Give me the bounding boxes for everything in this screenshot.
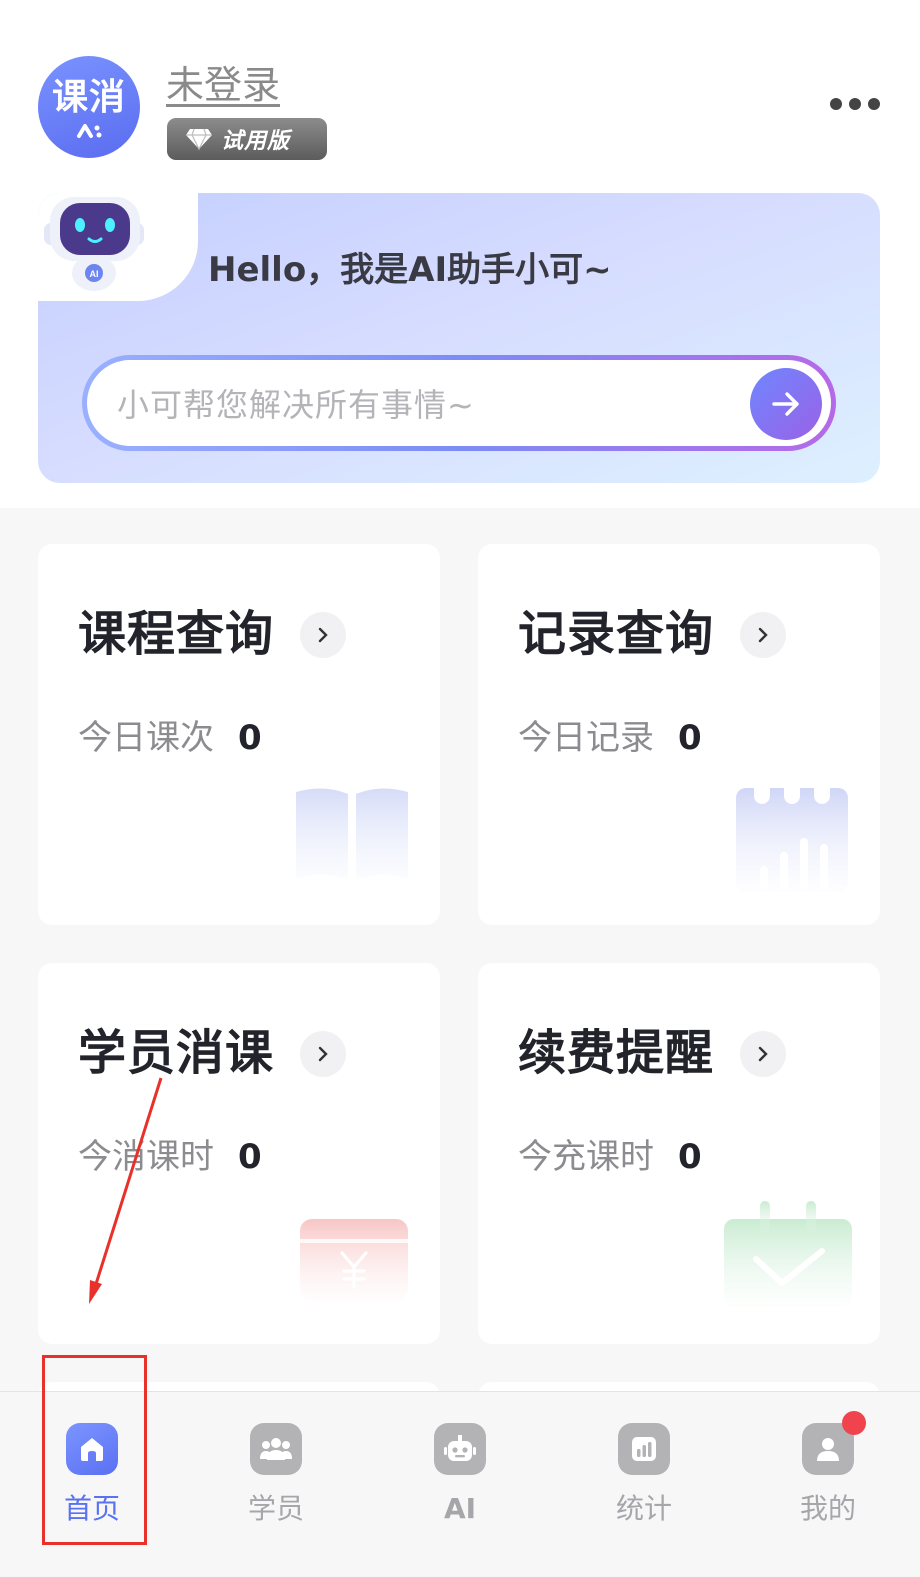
stat-label: 今消课时 — [78, 1137, 214, 1177]
stat-value: 0 — [238, 1137, 262, 1177]
ai-input-placeholder: 小可帮您解决所有事情~ — [117, 386, 475, 424]
chevron-right-icon[interactable] — [300, 1031, 346, 1077]
stat-value: 0 — [238, 718, 262, 758]
stat-value: 0 — [678, 718, 702, 758]
yuan-card-icon — [300, 1219, 408, 1301]
send-button[interactable] — [750, 368, 822, 440]
chevron-right-icon[interactable] — [740, 1031, 786, 1077]
highlight-box — [42, 1355, 147, 1545]
tab-label: 我的 — [799, 1492, 856, 1525]
logo-text: 课消 — [51, 77, 126, 118]
tab-mine[interactable]: 我的 — [736, 1392, 920, 1577]
header: 课消 未登录 试用版 AI Hello，我是AI助手小可~ 小可帮您解决所有事情… — [0, 0, 920, 508]
calendar-check-icon — [724, 1201, 852, 1307]
card-title: 续费提醒 — [518, 1025, 715, 1081]
chevron-right-icon[interactable] — [740, 612, 786, 658]
bar-chart-icon — [618, 1423, 670, 1475]
ai-greeting: Hello，我是AI助手小可~ — [208, 250, 612, 290]
users-icon — [250, 1423, 302, 1475]
course-query-card[interactable]: 课程查询 今日课次 0 — [38, 544, 440, 925]
user-icon — [802, 1411, 866, 1475]
stat-label: 今日课次 — [78, 718, 214, 758]
tab-statistics[interactable]: 统计 — [552, 1392, 736, 1577]
student-consume-card[interactable]: 学员消课 今消课时 0 — [38, 963, 440, 1344]
version-badge: 试用版 — [167, 118, 327, 160]
robot-icon — [434, 1423, 486, 1475]
stat-label: 今日记录 — [518, 718, 654, 758]
stat-value: 0 — [678, 1137, 702, 1177]
svg-text:AI: AI — [90, 269, 99, 279]
book-icon — [296, 788, 408, 880]
more-horizontal-icon[interactable] — [830, 92, 880, 116]
card-title: 课程查询 — [78, 606, 275, 662]
chevron-right-icon[interactable] — [300, 612, 346, 658]
ai-input-wrapper[interactable]: 小可帮您解决所有事情~ — [82, 355, 836, 451]
calendar-chart-icon — [736, 776, 848, 892]
card-title: 学员消课 — [78, 1025, 275, 1081]
tab-label: 学员 — [247, 1492, 304, 1525]
tab-label: AI — [443, 1492, 477, 1525]
app-logo: 课消 — [38, 56, 140, 158]
tab-label: 统计 — [615, 1492, 672, 1525]
card-title: 记录查询 — [518, 606, 715, 662]
stat-label: 今充课时 — [518, 1137, 654, 1177]
notification-badge — [842, 1411, 866, 1435]
robot-mascot-icon: AI — [44, 197, 144, 291]
record-query-card[interactable]: 记录查询 今日记录 0 — [478, 544, 880, 925]
renewal-reminder-card[interactable]: 续费提醒 今充课时 0 — [478, 963, 880, 1344]
diamond-icon — [186, 128, 212, 151]
tab-students[interactable]: 学员 — [184, 1392, 368, 1577]
login-status-link[interactable]: 未登录 — [166, 62, 280, 108]
tab-ai[interactable]: AI — [368, 1392, 552, 1577]
version-badge-label: 试用版 — [221, 129, 291, 154]
ai-search-input[interactable]: 小可帮您解决所有事情~ — [87, 360, 831, 446]
logo-mark — [38, 120, 140, 143]
arrow-right-icon — [772, 392, 799, 416]
